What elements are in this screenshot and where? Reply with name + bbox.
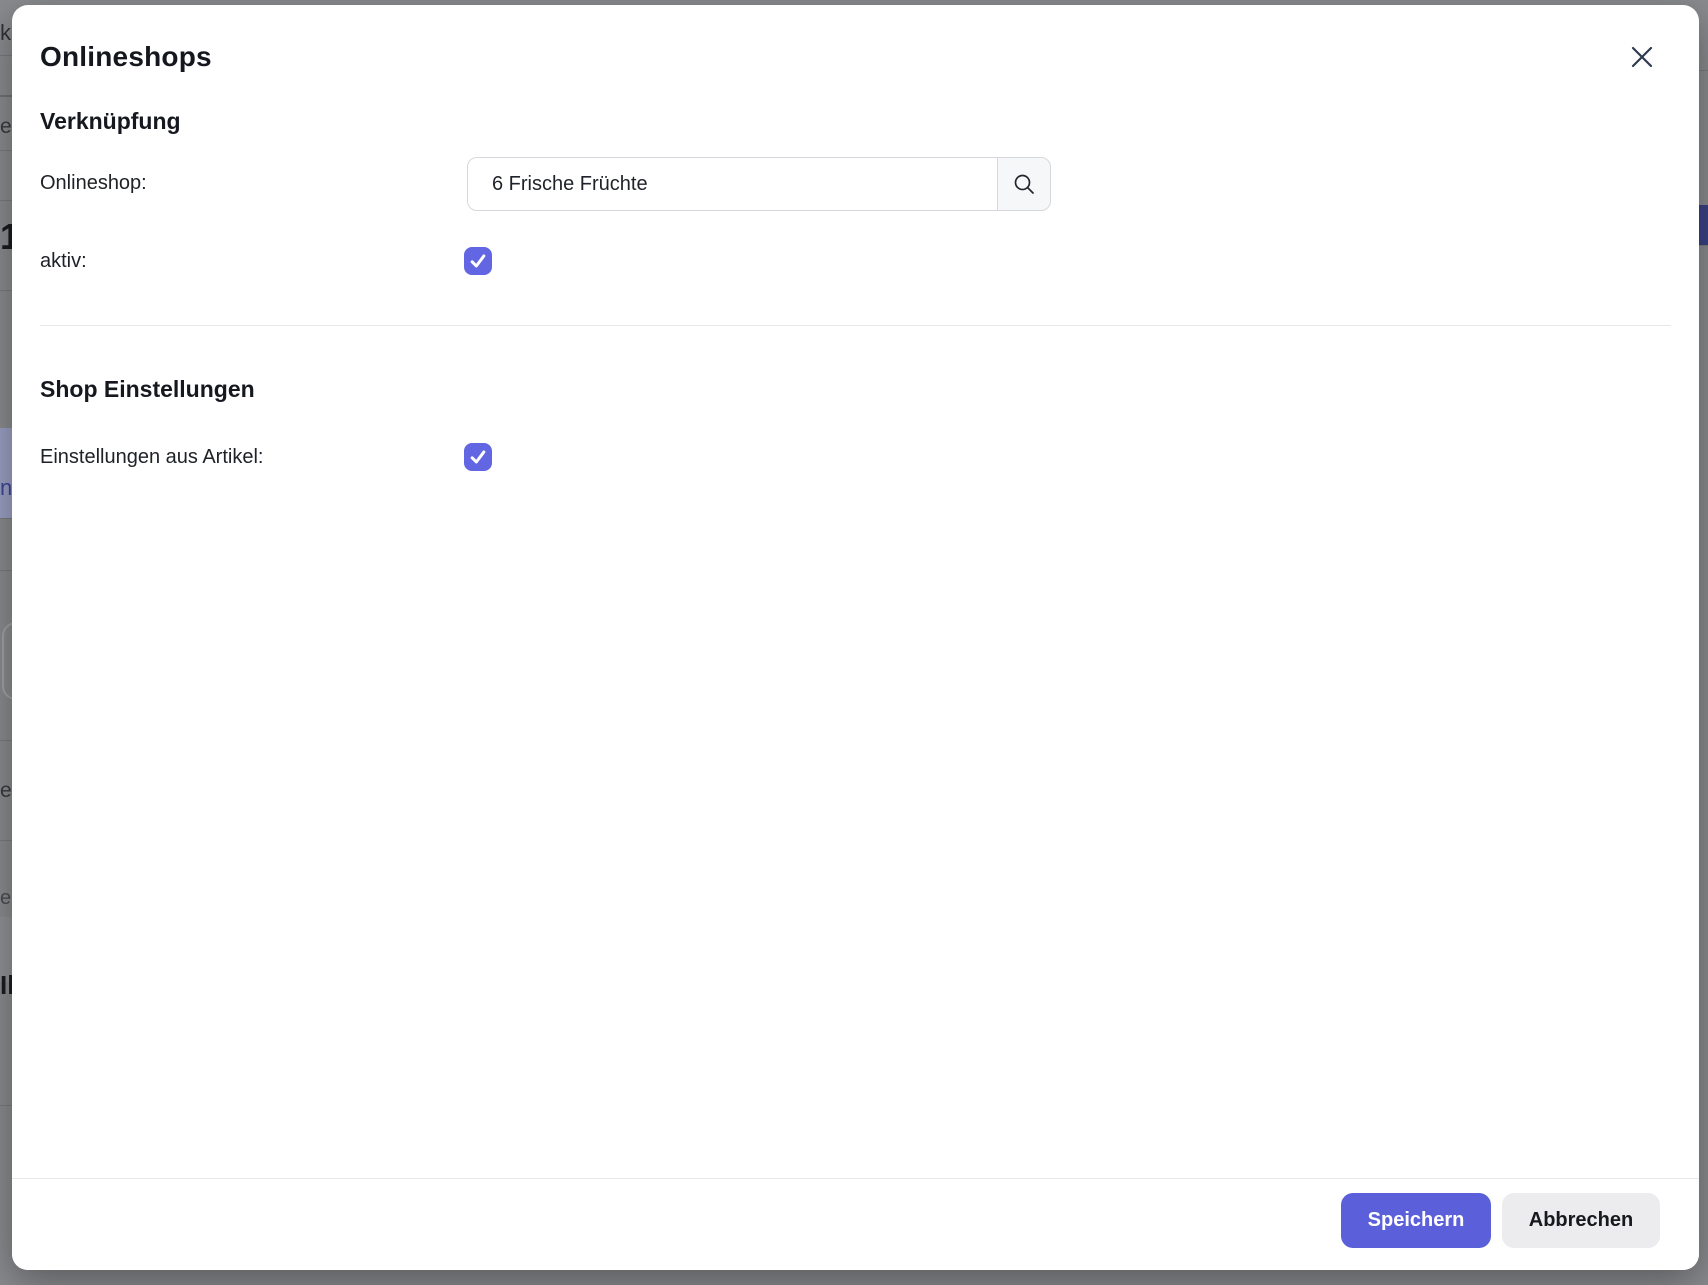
backdrop-text-fragment: e: [0, 780, 12, 801]
backdrop-text-fragment: k: [0, 22, 11, 44]
backdrop-row-line: [0, 150, 12, 151]
einstellungen-aus-artikel-checkbox[interactable]: [464, 443, 492, 471]
backdrop-row-line: [0, 290, 12, 291]
backdrop-selected-row-fragment: [1699, 205, 1708, 245]
save-button[interactable]: Speichern: [1341, 1193, 1491, 1248]
onlineshop-input-group: [467, 157, 1051, 211]
aktiv-checkbox[interactable]: [464, 247, 492, 275]
cancel-button[interactable]: Abbrechen: [1502, 1193, 1660, 1248]
backdrop-text-fragment: n: [0, 477, 12, 499]
backdrop-row-line: [0, 518, 12, 519]
close-button[interactable]: [1624, 39, 1660, 75]
backdrop-row-line: [1699, 70, 1708, 71]
backdrop-row-line: [0, 740, 12, 741]
backdrop-row-line: [0, 95, 12, 97]
backdrop-text-fragment: e: [0, 116, 12, 137]
section-heading-verknuepfung: Verknüpfung: [40, 108, 181, 135]
dialog-title: Onlineshops: [40, 41, 212, 73]
backdrop-row-line: [0, 200, 12, 201]
backdrop-row-line: [0, 1105, 12, 1106]
section-divider: [40, 325, 1671, 326]
checkmark-icon: [468, 447, 488, 467]
onlineshop-search-button[interactable]: [997, 157, 1051, 211]
backdrop-row-line: [1699, 245, 1708, 246]
backdrop-highlighted-row: [0, 428, 12, 518]
onlineshop-label: Onlineshop:: [40, 170, 147, 196]
section-heading-shop-einstellungen: Shop Einstellungen: [40, 376, 255, 403]
close-icon: [1630, 45, 1654, 69]
backdrop-row-line: [0, 55, 12, 56]
search-icon: [1011, 171, 1037, 197]
einstellungen-aus-artikel-label: Einstellungen aus Artikel:: [40, 444, 263, 470]
onlineshop-input[interactable]: [467, 157, 998, 211]
checkmark-icon: [468, 251, 488, 271]
aktiv-label: aktiv:: [40, 248, 87, 274]
backdrop-row-line: [0, 570, 12, 571]
backdrop-row-line: [0, 840, 12, 841]
dialog-footer: Speichern Abbrechen: [12, 1178, 1699, 1270]
onlineshops-dialog: Onlineshops Verknüpfung Onlineshop: akti…: [12, 5, 1699, 1270]
